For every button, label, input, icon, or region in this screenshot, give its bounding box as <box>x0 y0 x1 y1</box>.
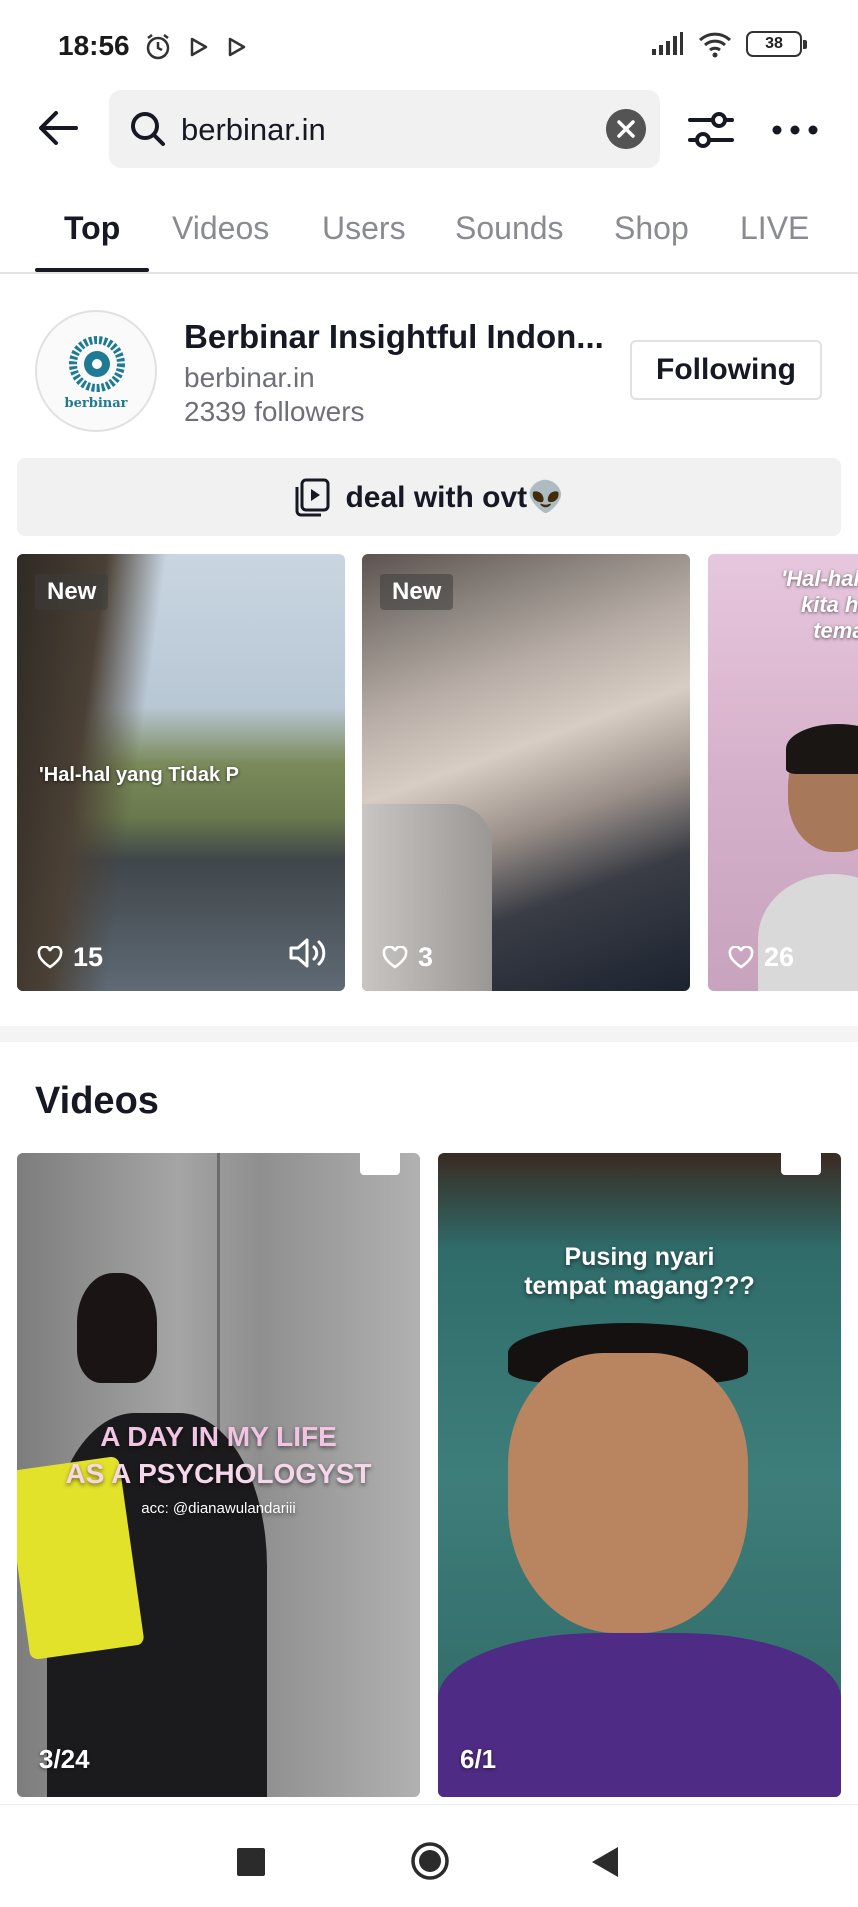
berbinar-logo <box>69 336 125 392</box>
avatar-brand-text: berbinar <box>64 396 128 411</box>
video-card[interactable]: New 3 <box>362 554 690 991</box>
hair-shape <box>77 1273 157 1383</box>
video-likes: 15 <box>37 942 103 973</box>
hair-shape <box>786 724 858 774</box>
video-title-line2: AS A PSYCHOLOGYST <box>65 1458 372 1489</box>
signal-icon <box>652 32 683 55</box>
like-count: 26 <box>764 942 795 972</box>
system-back-icon[interactable] <box>590 1845 620 1879</box>
heart-icon <box>728 945 754 969</box>
video-grid-item[interactable]: Pusing nyari tempat magang??? 6/1 <box>438 1153 841 1797</box>
tab-users[interactable]: Users <box>322 210 406 247</box>
berbinar-watermark <box>781 1153 821 1175</box>
face-shape <box>508 1353 748 1633</box>
shirt-shape <box>438 1633 841 1797</box>
tab-live[interactable]: LIVE <box>740 210 809 247</box>
following-button[interactable]: Following <box>630 340 822 400</box>
new-badge: New <box>35 574 109 610</box>
video-grid-item[interactable]: A DAY IN MY LIFE AS A PSYCHOLOGYST acc: … <box>17 1153 420 1797</box>
video-overlay-text: 'Hal-hal yang Tidak P <box>39 764 239 786</box>
user-name: Berbinar Insightful Indon... <box>184 318 604 355</box>
battery-indicator: 38 <box>746 31 807 57</box>
playlist-label: deal with ovt👽 <box>345 480 565 514</box>
recents-button[interactable] <box>237 1848 265 1876</box>
system-nav-bar <box>0 1804 858 1907</box>
wifi-icon <box>698 32 732 58</box>
video-title-line2: tempat magang??? <box>524 1272 755 1300</box>
heart-icon <box>37 945 63 969</box>
back-arrow-icon[interactable] <box>34 104 82 152</box>
video-title-line1: A DAY IN MY LIFE <box>100 1421 337 1452</box>
play-store-icon-2 <box>228 37 246 57</box>
avatar[interactable]: berbinar <box>35 310 157 432</box>
video-title-line1: Pusing nyari <box>564 1243 715 1271</box>
tab-sounds[interactable]: Sounds <box>455 210 564 247</box>
search-header: berbinar.in <box>0 90 858 170</box>
playlist-bar[interactable]: deal with ovt👽 <box>17 458 841 536</box>
heart-icon <box>382 945 408 969</box>
videos-section-title: Videos <box>35 1080 159 1122</box>
tab-shop[interactable]: Shop <box>614 210 689 247</box>
sound-icon[interactable] <box>287 935 329 971</box>
video-card[interactable]: 'Hal-hal y kita hin teman 26 <box>708 554 858 991</box>
user-result[interactable]: berbinar Berbinar Insightful Indon... be… <box>0 300 858 440</box>
user-followers: 2339 followers <box>184 396 365 427</box>
tab-videos[interactable]: Videos <box>172 210 269 247</box>
search-query: berbinar.in <box>181 112 326 147</box>
tab-top[interactable]: Top <box>64 210 120 247</box>
clear-search-icon[interactable] <box>606 109 646 149</box>
status-time: 18:56 <box>58 30 130 61</box>
video-overlay-text: 'Hal-hal y kita hin teman <box>781 566 858 643</box>
system-icons: 38 <box>650 30 807 58</box>
home-button-icon[interactable] <box>410 1841 450 1881</box>
new-badge: New <box>380 574 454 610</box>
like-count: 15 <box>73 942 104 972</box>
playlist-icon <box>295 478 330 517</box>
video-likes: 26 <box>728 942 794 973</box>
shirt-shape <box>758 874 858 991</box>
like-count: 3 <box>418 942 434 972</box>
notification-icons <box>143 32 249 62</box>
video-card[interactable]: New 'Hal-hal yang Tidak P 15 <box>17 554 345 991</box>
more-options-icon[interactable] <box>770 116 820 144</box>
active-tab-indicator <box>35 268 149 272</box>
video-date: 6/1 <box>460 1744 497 1774</box>
video-date: 3/24 <box>39 1744 90 1774</box>
search-icon <box>131 112 165 146</box>
user-handle: berbinar.in <box>184 362 315 393</box>
alarm-icon <box>146 34 170 60</box>
search-tabs: Top Videos Users Sounds Shop LIVE <box>0 190 858 274</box>
video-likes: 3 <box>382 942 433 973</box>
status-bar: 18:56 38 <box>0 0 858 90</box>
video-caption: acc: @dianawulandariii <box>141 1500 296 1517</box>
play-store-icon <box>190 37 208 57</box>
section-divider <box>0 1026 858 1042</box>
search-input[interactable]: berbinar.in <box>109 90 660 168</box>
berbinar-watermark <box>360 1153 400 1175</box>
filter-icon[interactable] <box>686 108 736 152</box>
